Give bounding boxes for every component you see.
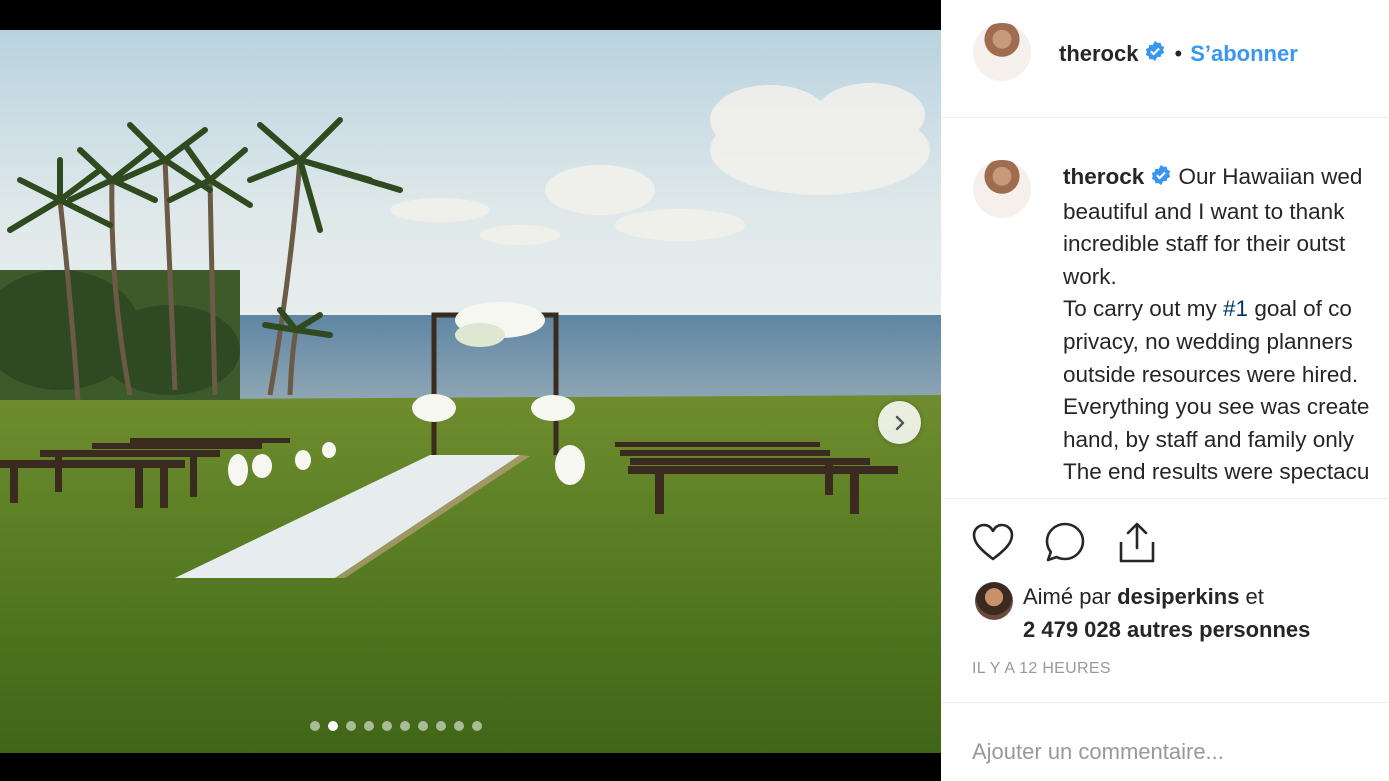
caption-line: Our Hawaiian wed xyxy=(1178,164,1363,189)
heart-icon[interactable] xyxy=(971,520,1015,564)
follow-button[interactable]: S’abonner xyxy=(1190,41,1298,67)
likes-prefix: Aimé par xyxy=(1023,584,1118,609)
caption-line: incredible staff for their outst xyxy=(1063,231,1346,257)
verified-badge-icon xyxy=(1150,163,1172,196)
carousel-dot xyxy=(436,721,446,731)
header-user-row: therock • S’abonner xyxy=(1059,40,1298,67)
carousel-dot xyxy=(364,721,374,731)
caption-line: The end results were spectacu xyxy=(1063,459,1370,485)
username-link[interactable]: therock xyxy=(1059,41,1138,67)
carousel-dot xyxy=(328,721,338,731)
caption-section: therock Our Hawaiian wed beautiful and I… xyxy=(941,118,1389,499)
carousel-dot xyxy=(472,721,482,731)
action-bar xyxy=(971,520,1159,564)
comment-box xyxy=(941,702,1389,781)
post-header: therock • S’abonner xyxy=(941,0,1389,118)
share-icon[interactable] xyxy=(1115,520,1159,564)
verified-badge-icon xyxy=(1144,40,1166,67)
caption-text: To carry out my xyxy=(1063,296,1224,322)
caption-line: work. xyxy=(1063,263,1117,289)
carousel-dot xyxy=(418,721,428,731)
chevron-right-icon xyxy=(895,415,904,430)
caption-line: To carry out my #1 goal of co xyxy=(1063,293,1389,326)
caption-line: beautiful and I want to thank xyxy=(1063,198,1345,224)
likes-text: Aimé par desiperkins et 2 479 028 autres… xyxy=(1023,580,1310,646)
caption-line: hand, by staff and family only xyxy=(1063,426,1355,452)
carousel-indicator xyxy=(310,721,482,731)
caption-text: goal of co xyxy=(1248,296,1352,322)
avatar[interactable] xyxy=(975,582,1013,620)
post-caption: therock Our Hawaiian wed beautiful and I… xyxy=(1063,161,1389,489)
caption-line: privacy, no wedding planners xyxy=(1063,328,1353,354)
post-media xyxy=(0,0,941,781)
post-timestamp[interactable]: IL Y A 12 HEURES xyxy=(972,660,1111,678)
wedding-photo xyxy=(0,30,941,753)
carousel-dot xyxy=(382,721,392,731)
post-sidebar: therock • S’abonner therock Our Hawaiian… xyxy=(941,0,1389,781)
avatar[interactable] xyxy=(973,160,1031,218)
likes-count-link[interactable]: 2 479 028 autres personnes xyxy=(1023,617,1310,642)
carousel-dot xyxy=(454,721,464,731)
caption-username[interactable]: therock xyxy=(1063,164,1144,189)
comment-bubble-icon[interactable] xyxy=(1043,520,1087,564)
carousel-next-button[interactable] xyxy=(878,401,921,444)
hashtag-link[interactable]: #1 xyxy=(1223,296,1248,321)
carousel-dot xyxy=(346,721,356,731)
avatar[interactable] xyxy=(973,23,1031,81)
carousel-dot xyxy=(400,721,410,731)
separator-dot: • xyxy=(1174,40,1183,66)
likes-mid: et xyxy=(1239,584,1264,609)
comment-input[interactable] xyxy=(972,739,1372,765)
carousel-dot xyxy=(310,721,320,731)
caption-line: outside resources were hired. xyxy=(1063,361,1359,387)
caption-line: Everything you see was create xyxy=(1063,394,1370,420)
liker-username[interactable]: desiperkins xyxy=(1117,584,1239,609)
